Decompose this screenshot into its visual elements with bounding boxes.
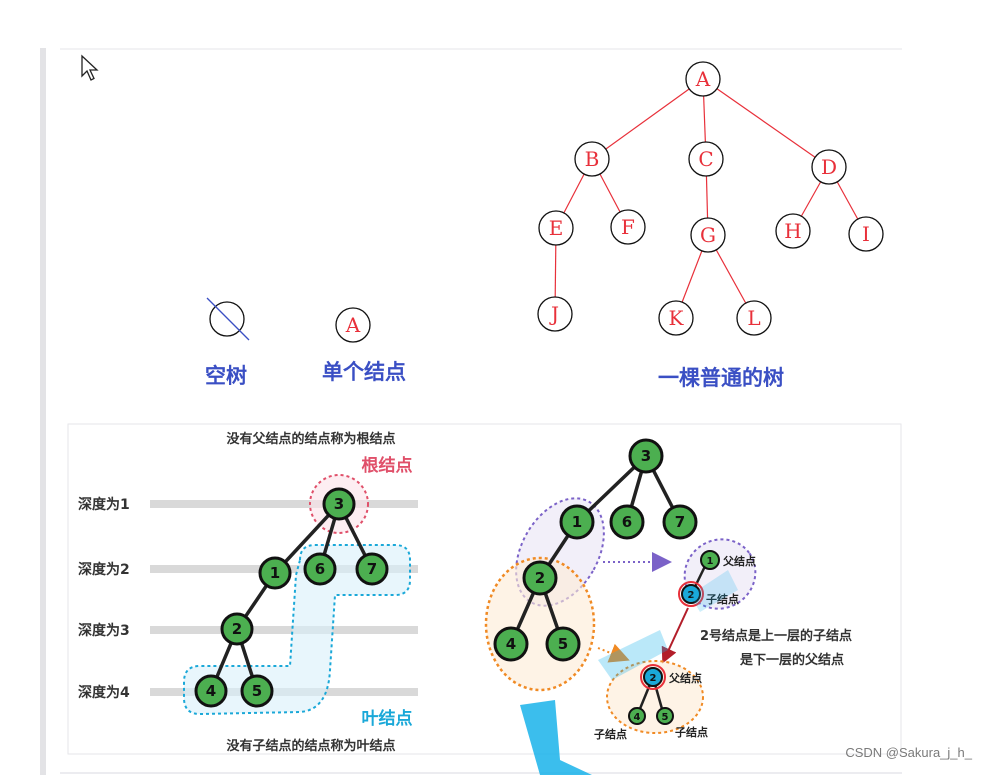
svg-text:5: 5 <box>558 635 568 653</box>
csdn-watermark: CSDN @Sakura_j_h_ <box>845 745 972 760</box>
bottom-tree-figure: 深度为1 深度为2 深度为3 深度为4 没有父结点的结点称为根结点 根结点 3 … <box>67 423 902 775</box>
svg-text:E: E <box>549 216 564 240</box>
tree-node-g: G <box>690 217 726 253</box>
empty-tree-symbol <box>206 297 250 341</box>
tree-node-j: J <box>537 296 573 332</box>
svg-text:1: 1 <box>572 513 582 531</box>
single-node: A <box>335 307 371 343</box>
tree-node-h: H <box>775 213 811 249</box>
svg-text:4: 4 <box>206 682 216 700</box>
tree-node-d: D <box>811 149 847 185</box>
svg-text:G: G <box>700 223 716 247</box>
svg-text:2: 2 <box>232 620 242 638</box>
right-node-7: 7 <box>662 504 698 540</box>
mini2-node-4: 4 <box>628 707 646 725</box>
right-node-4: 4 <box>493 626 529 662</box>
depth-label-4: 深度为4 <box>78 684 130 701</box>
leaf-label: 叶结点 <box>362 708 413 729</box>
child-label-bottom-left: 子结点 <box>594 727 627 741</box>
right-node-6: 6 <box>609 504 645 540</box>
svg-text:1: 1 <box>707 556 714 567</box>
svg-text:1: 1 <box>270 564 280 582</box>
mini2-node-2: 2 <box>640 664 666 690</box>
tree-node-l: L <box>736 300 772 336</box>
parent-label-2: 父结点 <box>668 671 702 685</box>
left-node-4: 4 <box>194 674 228 708</box>
svg-text:A: A <box>345 313 361 337</box>
depth-label-3: 深度为3 <box>78 622 130 639</box>
leaf-description: 没有子结点的结点称为叶结点 <box>226 738 395 754</box>
depth-label-2: 深度为2 <box>78 561 130 578</box>
svg-text:3: 3 <box>641 447 651 465</box>
tree-edges <box>554 78 867 319</box>
svg-text:B: B <box>585 147 600 171</box>
right-node-5: 5 <box>545 626 581 662</box>
svg-text:7: 7 <box>675 513 685 531</box>
explanation-line-2: 是下一层的父结点 <box>739 652 844 668</box>
left-node-6: 6 <box>303 552 337 586</box>
left-node-3: 3 <box>322 487 356 521</box>
tree-node-e: E <box>538 210 574 246</box>
svg-text:4: 4 <box>506 635 516 653</box>
svg-text:J: J <box>549 302 559 326</box>
tree-node-a: A <box>685 61 721 97</box>
svg-text:K: K <box>669 306 685 330</box>
depth-label-1: 深度为1 <box>78 496 130 513</box>
root-description: 没有父结点的结点称为根结点 <box>226 431 395 447</box>
svg-text:5: 5 <box>252 682 262 700</box>
svg-text:3: 3 <box>334 495 344 513</box>
tree-node-i: I <box>848 216 884 252</box>
tree-node-f: F <box>610 209 646 245</box>
tree-node-b: B <box>574 141 610 177</box>
tree-node-c: C <box>688 141 724 177</box>
left-node-7: 7 <box>355 552 389 586</box>
svg-text:I: I <box>862 222 870 246</box>
left-node-1: 1 <box>258 556 292 590</box>
svg-text:A: A <box>695 67 711 91</box>
svg-text:F: F <box>621 215 635 239</box>
svg-text:L: L <box>747 306 760 330</box>
svg-text:H: H <box>784 219 801 243</box>
svg-text:6: 6 <box>315 560 325 578</box>
explanation-line-1: 2号结点是上一层的子结点 <box>700 628 852 644</box>
svg-text:2: 2 <box>650 673 657 684</box>
tree-node-k: K <box>658 300 694 336</box>
svg-text:6: 6 <box>622 513 632 531</box>
single-node-caption: 单个结点 <box>322 360 406 384</box>
svg-text:C: C <box>698 147 713 171</box>
right-node-2: 2 <box>522 560 558 596</box>
top-tree-figure: A B C D E F G H I J K L 空树 A 单个结点 一棵普通的树 <box>205 61 884 390</box>
right-node-3: 3 <box>628 438 664 474</box>
parent-label-1: 父结点 <box>722 554 756 568</box>
empty-tree-caption: 空树 <box>205 364 247 388</box>
tree-illustration: A B C D E F G H I J K L 空树 A 单个结点 一棵普通的树 <box>67 61 902 775</box>
child-label-bottom-right: 子结点 <box>675 725 708 739</box>
mini2-node-5: 5 <box>656 707 674 725</box>
left-node-5: 5 <box>240 674 274 708</box>
normal-tree-caption: 一棵普通的树 <box>658 366 784 390</box>
svg-text:2: 2 <box>535 569 545 587</box>
root-label: 根结点 <box>362 455 413 476</box>
svg-text:4: 4 <box>634 712 641 723</box>
left-node-2: 2 <box>220 612 254 646</box>
svg-text:7: 7 <box>367 560 377 578</box>
svg-text:D: D <box>821 155 837 179</box>
svg-text:5: 5 <box>662 712 669 723</box>
mini1-node-1: 1 <box>700 550 720 570</box>
right-node-1: 1 <box>559 504 595 540</box>
